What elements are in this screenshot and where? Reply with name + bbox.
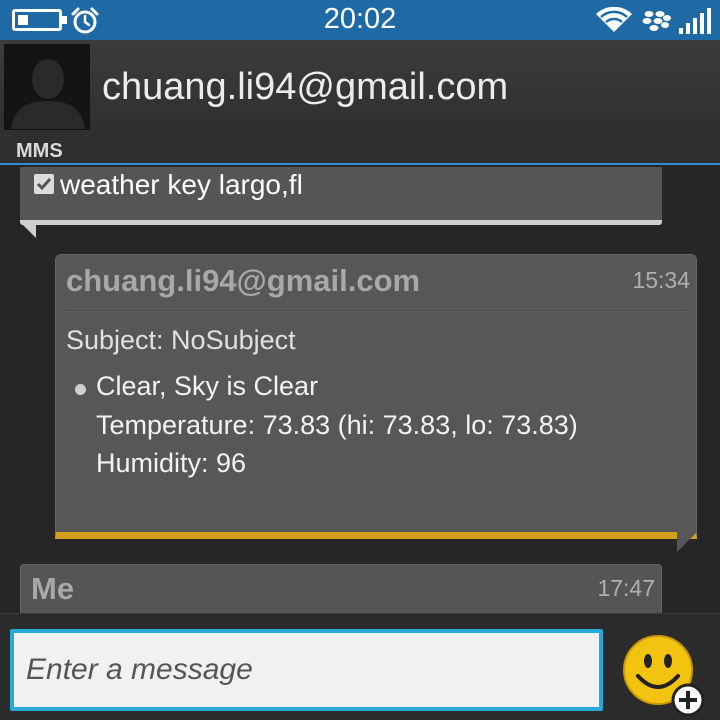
sent-message-bubble[interactable]: weather key largo,fl: [20, 167, 662, 225]
message-time: 17:47: [597, 575, 655, 601]
message-line: Humidity: 96: [96, 448, 247, 478]
conversation-list[interactable]: weather key largo,fl chuang.li94@gmail.c…: [0, 167, 720, 613]
bubble-tail: [677, 532, 697, 552]
message-line: Clear, Sky is Clear: [96, 371, 319, 401]
composer-bar: [0, 613, 720, 720]
wifi-icon: [596, 7, 632, 32]
message-time: 15:34: [632, 267, 690, 293]
bubble-tail: [20, 222, 36, 238]
person-silhouette-icon[interactable]: [4, 44, 90, 130]
checkmark-icon: [34, 174, 54, 194]
message-type-bar: MMS: [0, 134, 720, 165]
message-line: Temperature: 73.83 (hi: 73.83, lo: 73.83…: [96, 410, 578, 440]
conversation-header: chuang.li94@gmail.com: [0, 40, 720, 134]
status-bar: 20:02: [0, 0, 720, 40]
signal-strength-icon: [679, 8, 711, 34]
message-input[interactable]: [10, 629, 603, 711]
sent-message-bubble[interactable]: Me 17:47: [20, 564, 662, 613]
divider: [66, 310, 686, 312]
blackberry-messenger-icon: [642, 11, 671, 31]
sent-message-text: weather key largo,fl: [60, 169, 303, 200]
received-message-bubble[interactable]: chuang.li94@gmail.com 15:34 Subject: NoS…: [55, 254, 697, 539]
contact-name: chuang.li94@gmail.com: [102, 66, 509, 108]
message-type-label: MMS: [16, 140, 63, 162]
smiley-add-icon[interactable]: [622, 634, 706, 718]
bullet-icon: [75, 384, 86, 395]
message-sender: Me: [31, 571, 75, 606]
message-subject: Subject: NoSubject: [66, 325, 296, 355]
message-sender: chuang.li94@gmail.com: [66, 263, 421, 298]
